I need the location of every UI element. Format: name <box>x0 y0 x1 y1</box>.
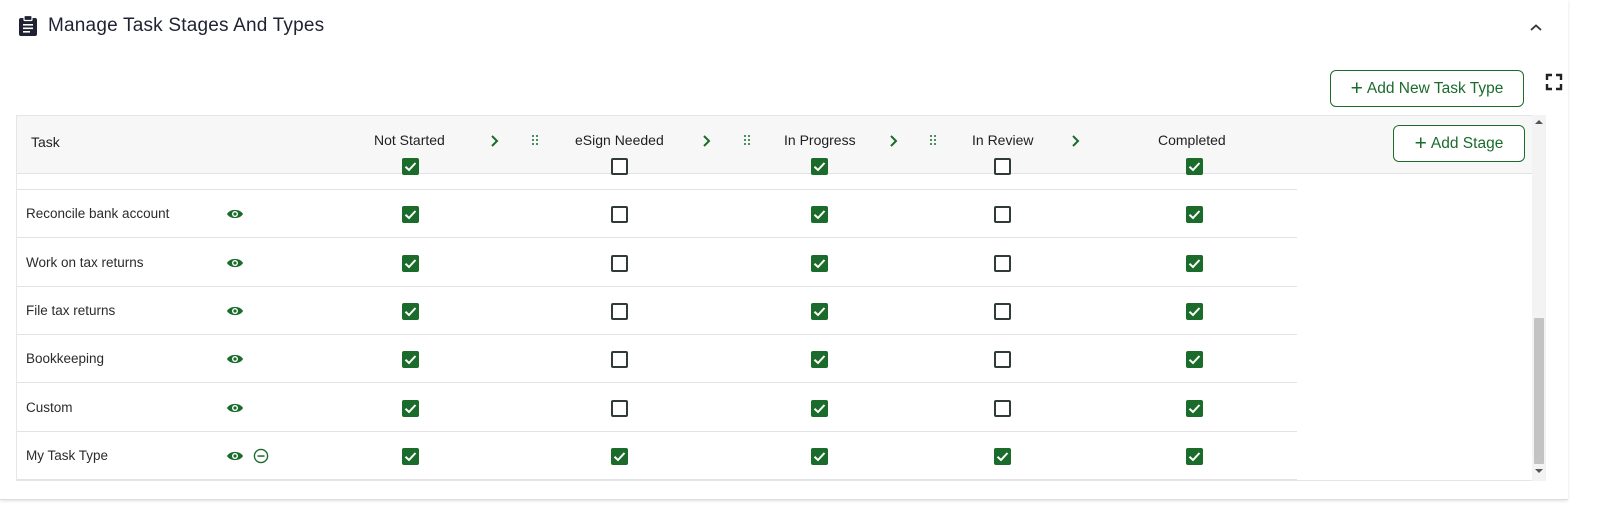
checkbox-unchecked[interactable] <box>611 399 628 417</box>
checkbox-checked[interactable] <box>611 447 628 465</box>
table-row: My Task Type <box>17 432 1297 480</box>
add-new-task-type-button[interactable]: + Add New Task Type <box>1330 70 1524 107</box>
table-row: File tax returns <box>17 287 1297 335</box>
checkbox-checked[interactable] <box>811 351 828 369</box>
fullscreen-button[interactable] <box>1545 73 1569 97</box>
checkbox-unchecked[interactable] <box>611 351 628 369</box>
task-name: File tax returns <box>26 302 116 318</box>
checkbox-checked[interactable] <box>402 351 419 369</box>
checkbox-checked[interactable] <box>1186 447 1203 465</box>
task-name: Reconcile bank account <box>26 206 170 222</box>
remove-circle-icon[interactable] <box>253 448 269 464</box>
checkbox-checked[interactable] <box>811 254 828 272</box>
fullscreen-icon <box>1545 73 1563 91</box>
checkbox-unchecked[interactable] <box>994 158 1011 175</box>
checkbox-checked[interactable] <box>402 302 419 320</box>
checkmark-icon <box>404 355 417 365</box>
checkbox-checked[interactable] <box>1186 302 1203 320</box>
table-row: Bookkeeping <box>17 335 1297 384</box>
checkmark-icon <box>613 452 626 462</box>
checkbox-unchecked[interactable] <box>611 302 628 320</box>
checkbox-checked[interactable] <box>402 399 419 417</box>
eye-icon[interactable] <box>226 450 244 462</box>
table-row <box>17 142 1297 190</box>
checkmark-icon <box>813 403 826 413</box>
checkmark-icon <box>404 403 417 413</box>
table-row: Custom <box>17 384 1297 432</box>
checkmark-icon <box>813 162 826 172</box>
checkmark-icon <box>1188 258 1201 269</box>
checkmark-icon <box>404 210 417 220</box>
checkbox-unchecked[interactable] <box>994 206 1011 224</box>
checkbox-unchecked[interactable] <box>611 254 628 272</box>
chevron-up-icon <box>1530 24 1542 31</box>
checkbox-unchecked[interactable] <box>611 158 628 175</box>
scroll-down-arrow-icon[interactable] <box>1534 467 1544 475</box>
clipboard-icon <box>18 14 38 37</box>
checkmark-icon <box>813 355 826 365</box>
task-name: Work on tax returns <box>26 254 144 270</box>
eye-icon[interactable] <box>226 353 244 365</box>
checkmark-icon <box>1188 210 1201 220</box>
checkmark-icon <box>1188 452 1201 462</box>
collapse-panel-button[interactable] <box>1524 16 1548 40</box>
checkbox-checked[interactable] <box>1186 254 1203 272</box>
checkbox-checked[interactable] <box>1186 158 1203 175</box>
checkmark-icon <box>1188 162 1201 172</box>
page-title: Manage Task Stages And Types <box>48 15 325 36</box>
scrollbar-thumb[interactable] <box>1534 318 1544 464</box>
checkmark-icon <box>404 307 417 317</box>
checkmark-icon <box>1188 307 1201 317</box>
checkmark-icon <box>1188 355 1201 365</box>
checkbox-checked[interactable] <box>1186 399 1203 417</box>
checkbox-checked[interactable] <box>811 399 828 417</box>
task-stages-table: Task Not Started eSign Needed In Progres… <box>16 115 1546 481</box>
checkbox-checked[interactable] <box>402 206 419 224</box>
checkmark-icon <box>996 452 1009 462</box>
plus-icon: + <box>1350 77 1363 100</box>
checkbox-checked[interactable] <box>402 254 419 272</box>
checkmark-icon <box>813 258 826 269</box>
eye-icon[interactable] <box>226 305 244 317</box>
checkmark-icon <box>813 307 826 317</box>
checkbox-checked[interactable] <box>811 447 828 465</box>
checkbox-unchecked[interactable] <box>994 254 1011 272</box>
eye-icon[interactable] <box>226 402 244 414</box>
checkbox-checked[interactable] <box>994 447 1011 465</box>
checkbox-checked[interactable] <box>811 158 828 175</box>
checkbox-unchecked[interactable] <box>994 302 1011 320</box>
panel-header: Manage Task Stages And Types <box>18 10 324 42</box>
checkbox-checked[interactable] <box>402 447 419 465</box>
table-row: Reconcile bank account <box>17 190 1297 239</box>
checkbox-checked[interactable] <box>811 302 828 320</box>
checkmark-icon <box>404 162 417 172</box>
add-new-task-type-label: Add New Task Type <box>1366 79 1504 97</box>
eye-icon[interactable] <box>226 208 244 220</box>
checkbox-checked[interactable] <box>1186 206 1203 224</box>
manage-task-stages-panel: Manage Task Stages And Types + Add New T… <box>0 0 1568 500</box>
checkmark-icon <box>813 452 826 462</box>
add-stage-label: Add Stage <box>1430 134 1504 152</box>
eye-icon[interactable] <box>226 257 244 269</box>
checkbox-checked[interactable] <box>402 158 419 175</box>
checkbox-unchecked[interactable] <box>611 206 628 224</box>
task-name: My Task Type <box>26 447 109 463</box>
plus-icon: + <box>1414 132 1427 155</box>
checkbox-checked[interactable] <box>811 206 828 224</box>
checkbox-unchecked[interactable] <box>994 399 1011 417</box>
checkmark-icon <box>813 210 826 220</box>
checkmark-icon <box>404 452 417 462</box>
task-name: Custom <box>26 399 73 415</box>
table-row: Work on tax returns <box>17 239 1297 287</box>
scroll-up-arrow-icon[interactable] <box>1534 118 1544 126</box>
add-stage-button[interactable]: + Add Stage <box>1393 125 1525 162</box>
checkbox-checked[interactable] <box>1186 351 1203 369</box>
checkmark-icon <box>1188 403 1201 413</box>
checkbox-unchecked[interactable] <box>994 351 1011 369</box>
task-name: Bookkeeping <box>26 351 105 367</box>
checkmark-icon <box>404 258 417 269</box>
